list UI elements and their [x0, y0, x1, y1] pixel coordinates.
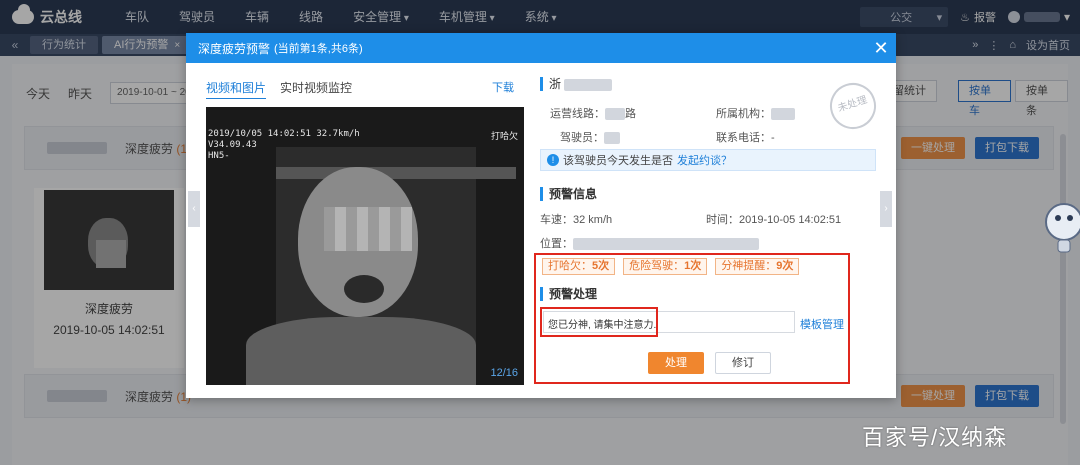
vehicle-plate: 浙 — [540, 77, 880, 91]
face-mosaic — [324, 207, 412, 251]
prev-alert-icon[interactable]: ‹ — [188, 191, 200, 227]
alert-video-frame[interactable]: 2019/10/05 14:02:51 32.7km/h V34.09.43 H… — [206, 107, 524, 385]
image-counter: 12/16 — [490, 367, 518, 379]
alert-info-panel: 浙 未处理 运营线路：路 所属机构： 驾驶员： 联系电话：- ! 该驾驶员今天发… — [540, 77, 882, 301]
close-icon[interactable]: ✕ — [866, 38, 896, 59]
tab-video-images[interactable]: 视频和图片 — [206, 79, 267, 99]
dialog-title: 深度疲劳预警 — [198, 41, 271, 56]
phone-info: 联系电话：- — [716, 132, 775, 144]
speed-value: 车速：32 km/h — [540, 214, 613, 226]
next-alert-icon[interactable]: › — [880, 191, 892, 227]
time-value: 时间：2019-10-05 14:02:51 — [706, 214, 842, 226]
annotation-box — [540, 307, 658, 337]
robot-assistant-icon[interactable] — [1040, 196, 1080, 256]
dialog-subtitle: (当前第1条,共6条) — [274, 43, 363, 55]
dialog-header: 深度疲劳预警 (当前第1条,共6条) ✕ — [186, 33, 896, 63]
watermark: 百家号/汉纳森 — [862, 425, 1008, 450]
tab-live-monitor[interactable]: 实时视频监控 — [280, 79, 352, 99]
location-value: 位置： — [540, 235, 759, 251]
start-interview-link[interactable]: 发起约谈？ — [677, 152, 732, 168]
driver-info: 驾驶员： — [560, 129, 620, 145]
route-info: 运营线路：路 — [550, 108, 636, 121]
video-event-label: 打哈欠 — [490, 131, 518, 141]
interview-tip: ! 该驾驶员今天发生是否 发起约谈？ — [540, 149, 876, 171]
download-link[interactable]: 下载 — [492, 79, 514, 99]
org-info: 所属机构： — [716, 105, 795, 121]
video-osd: 2019/10/05 14:02:51 32.7km/h V34.09.43 H… — [208, 129, 360, 161]
info-icon: ! — [547, 154, 559, 166]
alert-info-title: 预警信息 — [540, 187, 597, 201]
